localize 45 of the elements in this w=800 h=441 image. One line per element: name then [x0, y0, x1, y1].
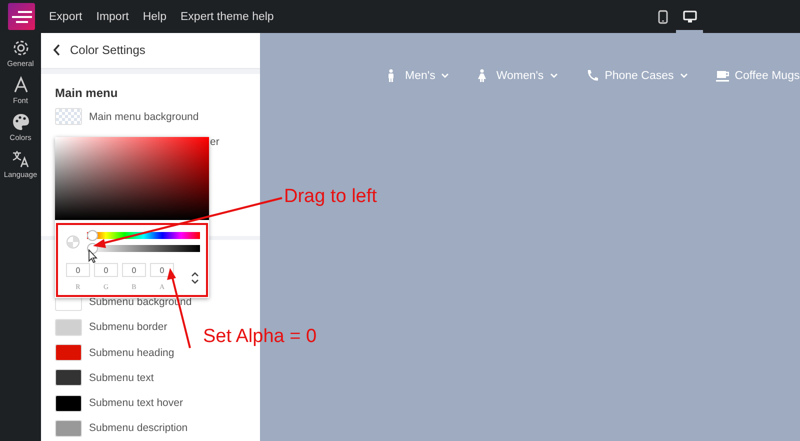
- menu-item[interactable]: Export: [49, 10, 82, 22]
- color-label: er: [210, 136, 220, 148]
- phone-icon: [656, 10, 670, 24]
- menu-item[interactable]: Import: [96, 10, 129, 22]
- color-label: Submenu text hover: [89, 397, 183, 410]
- chevron-down-icon: [550, 72, 558, 78]
- color-swatch[interactable]: [55, 318, 82, 336]
- menu-item[interactable]: Expert theme help: [180, 10, 274, 22]
- alpha-slider[interactable]: [87, 243, 200, 254]
- color-label: Submenu text: [89, 372, 154, 384]
- transparent-swatch[interactable]: [55, 108, 82, 126]
- slider-thumb[interactable]: [87, 230, 98, 241]
- letter-a-icon: [12, 76, 30, 94]
- color-label: Submenu heading: [89, 346, 174, 359]
- color-swatch[interactable]: [55, 394, 82, 412]
- color-swatch[interactable]: [55, 420, 82, 437]
- annotation-text: Set Alpha = 0: [203, 326, 317, 348]
- value-field[interactable]: 0: [94, 263, 118, 277]
- value-field[interactable]: 0: [66, 263, 90, 277]
- chevron-down-icon: [680, 72, 688, 78]
- translate-icon: [12, 150, 30, 168]
- annotation-text: Drag to left: [284, 186, 377, 208]
- color-label: Submenu description: [89, 422, 188, 434]
- mug-icon: [716, 69, 729, 82]
- palette-icon: [12, 113, 30, 131]
- hue-slider[interactable]: [87, 230, 200, 241]
- phone-icon: [586, 69, 599, 82]
- cursor-icon: [88, 249, 98, 263]
- color-swatch[interactable]: [55, 369, 82, 386]
- up-down-icon: [191, 271, 199, 285]
- color-label: Submenu border: [89, 321, 168, 334]
- saturation-area[interactable]: [55, 137, 209, 220]
- monitor-icon: [682, 10, 696, 24]
- panel-title: Color Settings: [70, 43, 146, 58]
- back-icon: [53, 44, 61, 56]
- value-field[interactable]: 0: [150, 263, 174, 277]
- transparency-icon: [66, 235, 80, 249]
- menu-item[interactable]: Help: [142, 10, 166, 22]
- gear-icon: [12, 39, 30, 57]
- color-swatch[interactable]: [55, 344, 82, 362]
- color-label: Main menu background: [89, 110, 199, 123]
- logo-icon: [8, 3, 35, 30]
- chevron-down-icon: [441, 72, 450, 78]
- value-field[interactable]: 0: [122, 263, 146, 277]
- section-heading: Main menu: [54, 85, 119, 102]
